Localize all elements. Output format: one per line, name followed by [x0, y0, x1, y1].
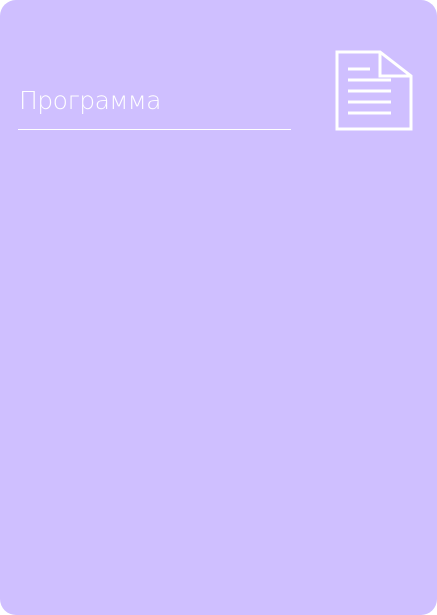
- card-title: Программа: [19, 86, 161, 115]
- program-card[interactable]: Программа: [0, 0, 437, 615]
- title-divider: [18, 129, 291, 130]
- document-icon: [335, 50, 413, 131]
